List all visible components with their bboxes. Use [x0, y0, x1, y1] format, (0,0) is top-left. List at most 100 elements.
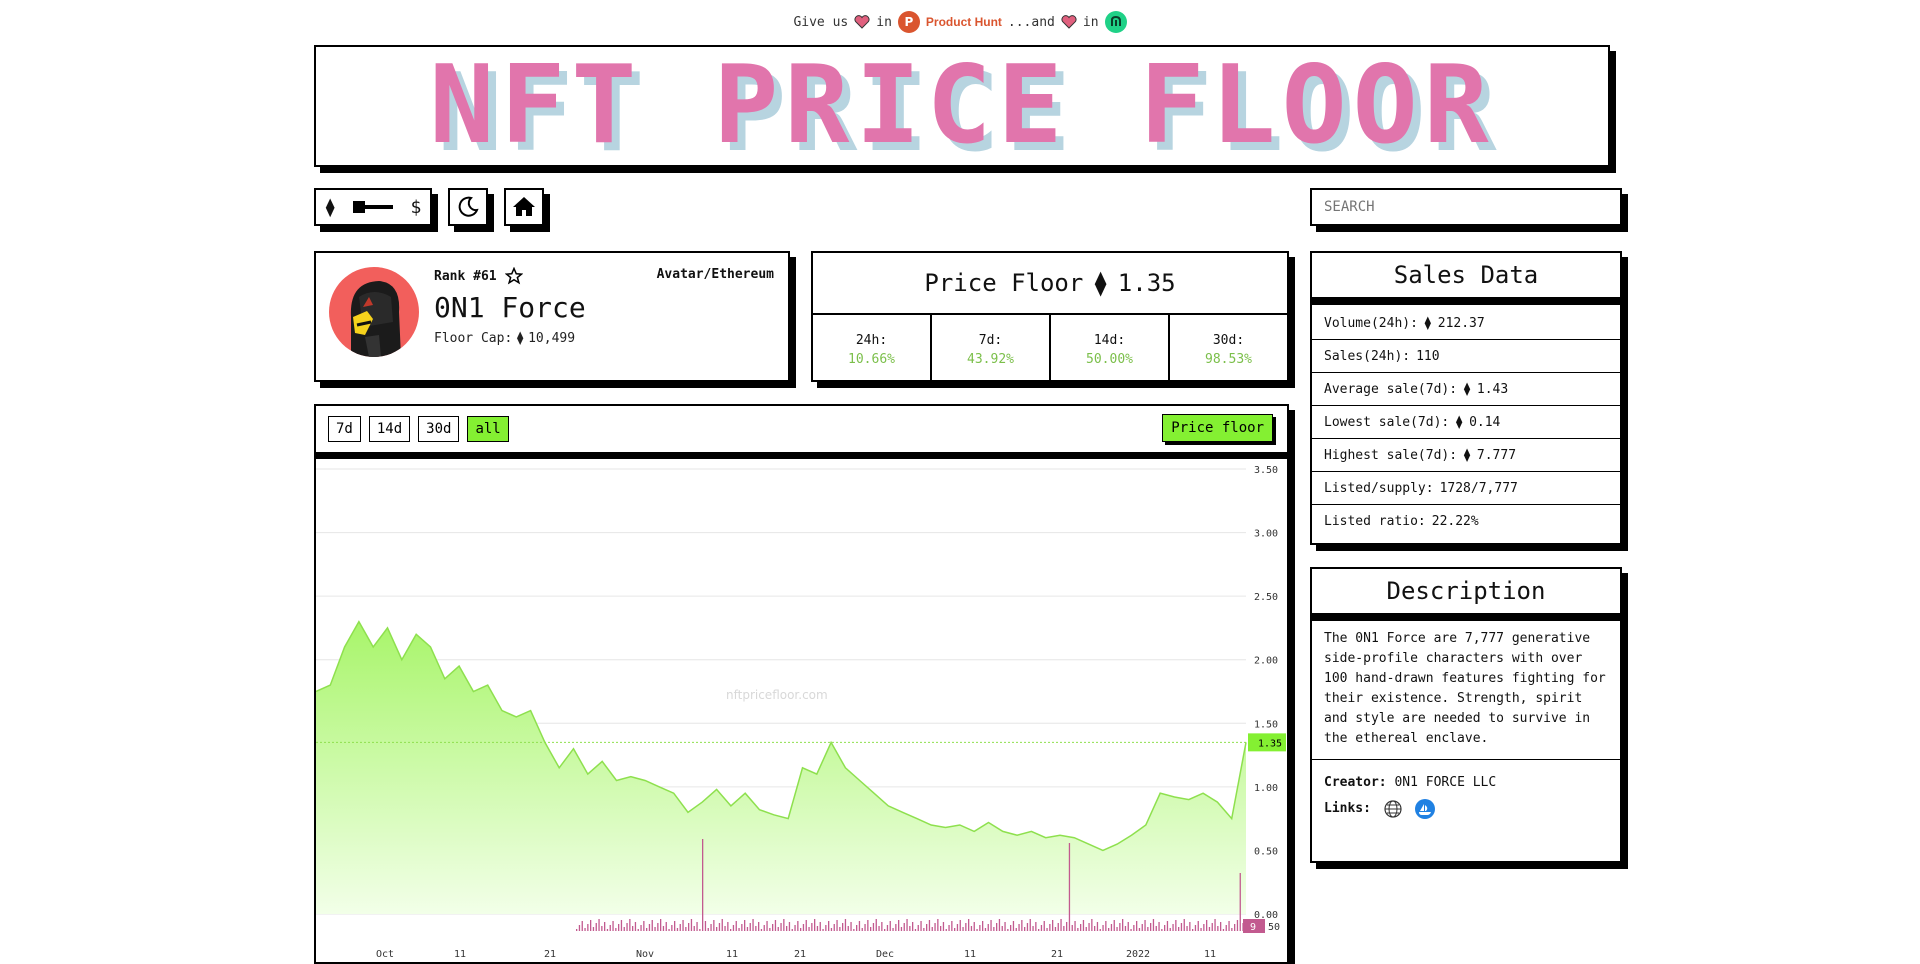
- volume-bar: [1192, 929, 1194, 931]
- volume-bar: [744, 920, 746, 931]
- volume-bar: [1105, 921, 1107, 931]
- price-floor-series-button[interactable]: Price floor: [1162, 414, 1273, 442]
- volume-bar: [850, 922, 852, 931]
- sales-row-label: Highest sale(7d):: [1324, 447, 1458, 463]
- chart-watermark: nftpricefloor.com: [726, 688, 828, 702]
- volume-bar: [1203, 924, 1205, 931]
- price-floor-area: [316, 621, 1246, 914]
- range-all-button[interactable]: all: [467, 416, 509, 442]
- star-icon[interactable]: [504, 267, 523, 285]
- x-tick-label: 11: [454, 949, 466, 960]
- volume-bar: [786, 926, 788, 931]
- volume-bar: [917, 925, 919, 931]
- volume-bar: [1144, 920, 1146, 931]
- x-tick-label: 11: [1204, 949, 1216, 960]
- sales-row: Sales(24h): 110: [1312, 339, 1620, 372]
- sales-row: Average sale(7d): ⧫ 1.43: [1312, 372, 1620, 405]
- volume-bar: [648, 924, 651, 931]
- volume-bar: [990, 920, 992, 931]
- sales-row-label: Volume(24h):: [1324, 315, 1418, 331]
- dark-mode-button[interactable]: [448, 188, 488, 226]
- volume-bar: [620, 920, 623, 931]
- range-30d-button[interactable]: 30d: [418, 416, 460, 442]
- change-pct: 50.00%: [1086, 351, 1133, 367]
- volume-bar: [945, 929, 947, 931]
- x-tick-label: Oct: [376, 949, 394, 960]
- search-box[interactable]: [1310, 188, 1622, 226]
- eth-icon: ⧫: [324, 196, 336, 218]
- volume-bar: [704, 921, 707, 931]
- volume-bar: [951, 921, 953, 931]
- volume-bar: [984, 928, 987, 931]
- price-chart[interactable]: 3.503.002.502.001.501.000.500.00nftprice…: [316, 459, 1287, 964]
- moon-icon: [458, 196, 479, 217]
- volume-bar: [1214, 919, 1216, 931]
- volume-bar: [839, 927, 841, 931]
- home-icon: [513, 197, 535, 216]
- volume-bar: [590, 920, 592, 931]
- volume-bar: [1043, 921, 1045, 931]
- volume-bar: [811, 923, 813, 931]
- volume-bar: [699, 929, 701, 931]
- volume-bar: [898, 920, 900, 931]
- volume-bar: [606, 929, 609, 931]
- volume-bar: [914, 929, 917, 931]
- volume-bar: [982, 921, 984, 931]
- volume-bar: [1138, 928, 1141, 931]
- volume-bar: [1108, 928, 1110, 931]
- eth-icon: ⧫: [1463, 381, 1471, 397]
- currency-toggle[interactable]: ⧫ $: [314, 188, 432, 226]
- volume-bar: [1236, 920, 1239, 931]
- eth-icon: ⧫: [516, 331, 525, 346]
- volume-bar: [766, 921, 768, 931]
- chart-toolbar: 7d 14d 30d all Price floor: [316, 406, 1287, 459]
- volume-bar: [758, 922, 760, 931]
- volume-bar: [816, 926, 819, 931]
- volume-bar: [1208, 927, 1211, 931]
- x-tick-label: 21: [544, 949, 556, 960]
- volume-bar: [1228, 921, 1230, 931]
- volume-bar: [1169, 928, 1171, 931]
- volume-bar: [956, 924, 959, 931]
- website-link-icon[interactable]: [1383, 799, 1403, 819]
- sales-row-value: 0.14: [1469, 414, 1501, 430]
- volume-bar: [749, 923, 751, 931]
- change-14d: 14d: 50.00%: [1051, 315, 1170, 384]
- volume-bar: [959, 920, 961, 931]
- in-text: in: [876, 14, 892, 30]
- volume-bar: [682, 920, 684, 931]
- volume-bar: [909, 926, 911, 931]
- volume-bar: [1085, 927, 1087, 931]
- sales-row: Volume(24h): ⧫ 212.37: [1312, 307, 1620, 339]
- volume-bar: [998, 919, 1001, 931]
- volume-bar: [1046, 928, 1048, 931]
- range-7d-button[interactable]: 7d: [328, 416, 361, 442]
- product-hunt-link[interactable]: Product Hunt: [926, 15, 1002, 29]
- toggle-switch[interactable]: [353, 201, 393, 213]
- links-label: Links:: [1324, 801, 1371, 816]
- search-input[interactable]: [1322, 198, 1610, 216]
- home-button[interactable]: [504, 188, 544, 226]
- hunt-logo-icon[interactable]: [1104, 11, 1127, 33]
- sales-row-label: Sales(24h):: [1324, 348, 1411, 364]
- product-hunt-logo-icon[interactable]: P: [897, 11, 920, 33]
- y-tick-label: 0.50: [1254, 846, 1278, 857]
- volume-bar: [937, 919, 939, 931]
- change-24h: 24h: 10.66%: [813, 315, 932, 384]
- category-label[interactable]: Avatar/Ethereum: [657, 267, 774, 282]
- volume-bar: [696, 922, 698, 931]
- site-banner[interactable]: NFT PRICE FLOOR: [314, 45, 1610, 167]
- in-text-2: in: [1082, 14, 1099, 30]
- volume-bar: [741, 924, 743, 931]
- volume-bar: [1012, 921, 1015, 931]
- change-30d: 30d: 98.53%: [1170, 315, 1287, 384]
- volume-bar: [1026, 923, 1029, 931]
- volume-bar: [808, 927, 810, 931]
- volume-bar: [788, 922, 791, 931]
- creator-label: Creator:: [1324, 775, 1387, 790]
- floor-cap: Floor Cap: ⧫ 10,499: [434, 331, 575, 346]
- heart-icon: [854, 15, 870, 29]
- range-14d-button[interactable]: 14d: [368, 416, 411, 442]
- volume-bar: [833, 924, 835, 931]
- opensea-link-icon[interactable]: [1414, 798, 1435, 819]
